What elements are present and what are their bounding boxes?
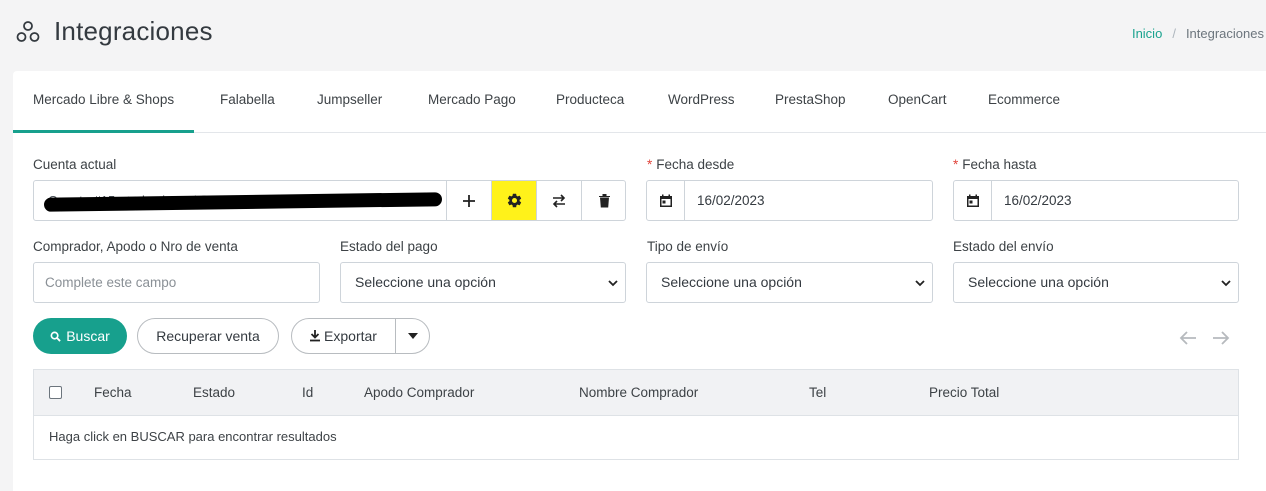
shipping-status-label: Estado del envío xyxy=(953,239,1054,254)
plus-icon xyxy=(463,194,475,207)
breadcrumb: Inicio / Integraciones xyxy=(1132,26,1264,41)
buyer-search-input[interactable] xyxy=(33,262,320,303)
export-button-label: Exportar xyxy=(324,328,377,344)
date-from-label-text: Fecha desde xyxy=(656,157,735,172)
column-header-fecha[interactable]: Fecha xyxy=(94,370,132,416)
shipping-status-value: Seleccione una opción xyxy=(968,274,1109,290)
select-all-checkbox[interactable] xyxy=(49,386,62,399)
breadcrumb-home-link[interactable]: Inicio xyxy=(1132,26,1162,41)
column-header-nombre-comprador[interactable]: Nombre Comprador xyxy=(579,370,698,416)
empty-results-message: Haga click en BUSCAR para encontrar resu… xyxy=(49,429,337,444)
column-header-estado[interactable]: Estado xyxy=(193,370,235,416)
page-header: Integraciones Inicio / Integraciones xyxy=(0,0,1266,70)
page-title: Integraciones xyxy=(54,16,213,46)
chevron-down-icon xyxy=(915,280,925,287)
account-input-group: Cuenta #15 - trekashop.cl@gmail.com TREK… xyxy=(33,180,626,221)
required-mark: * xyxy=(647,157,653,172)
recover-sale-button[interactable]: Recuperar venta xyxy=(137,318,279,354)
breadcrumb-current: Integraciones xyxy=(1185,26,1264,41)
swap-icon xyxy=(552,193,566,208)
export-button[interactable]: Exportar xyxy=(292,319,395,353)
tab-mercado-libre-shops[interactable]: Mercado Libre & Shops xyxy=(13,71,195,133)
date-from-field[interactable]: 16/02/2023 xyxy=(646,180,933,221)
caret-down-icon xyxy=(407,333,418,339)
search-button[interactable]: Buscar xyxy=(33,318,127,354)
table-header: Fecha Estado Id Apodo Comprador Nombre C… xyxy=(34,370,1238,416)
tab-ecommerce[interactable]: Ecommerce xyxy=(988,71,1060,133)
previous-page-icon[interactable] xyxy=(1179,330,1197,346)
calendar-icon xyxy=(954,181,992,220)
search-button-label: Buscar xyxy=(66,328,110,344)
shipping-type-label: Tipo de envío xyxy=(647,239,729,254)
account-settings-button[interactable] xyxy=(491,181,536,220)
breadcrumb-separator: / xyxy=(1172,26,1176,41)
date-from-label: * Fecha desde xyxy=(647,157,734,172)
trash-icon xyxy=(598,194,610,208)
shipping-type-select[interactable]: Seleccione una opción xyxy=(646,262,933,303)
results-table: Fecha Estado Id Apodo Comprador Nombre C… xyxy=(33,369,1239,460)
switch-account-button[interactable] xyxy=(536,181,581,220)
next-page-icon[interactable] xyxy=(1212,330,1230,346)
calendar-icon xyxy=(647,181,685,220)
export-dropdown-toggle[interactable] xyxy=(395,319,429,353)
tab-falabella[interactable]: Falabella xyxy=(220,71,275,133)
column-header-apodo-comprador[interactable]: Apodo Comprador xyxy=(364,370,474,416)
shipping-status-select[interactable]: Seleccione una opción xyxy=(953,262,1239,303)
tab-prestashop[interactable]: PrestaShop xyxy=(775,71,846,133)
delete-account-button[interactable] xyxy=(581,181,626,220)
main-card: Mercado Libre & Shops Falabella Jumpsell… xyxy=(13,71,1266,491)
column-header-precio-total[interactable]: Precio Total xyxy=(929,370,999,416)
shipping-type-value: Seleccione una opción xyxy=(661,274,802,290)
date-to-label: * Fecha hasta xyxy=(953,157,1037,172)
add-account-button[interactable] xyxy=(446,181,491,220)
integrations-icon xyxy=(16,21,40,42)
column-header-tel[interactable]: Tel xyxy=(809,370,826,416)
account-select[interactable]: Cuenta #15 - trekashop.cl@gmail.com TREK… xyxy=(34,181,446,220)
date-from-value: 16/02/2023 xyxy=(697,193,765,208)
column-header-id[interactable]: Id xyxy=(302,370,313,416)
integration-tabs: Mercado Libre & Shops Falabella Jumpsell… xyxy=(13,71,1266,133)
chevron-down-icon xyxy=(608,280,618,287)
download-icon xyxy=(310,330,321,342)
tab-wordpress[interactable]: WordPress xyxy=(668,71,735,133)
date-to-label-text: Fecha hasta xyxy=(962,157,1037,172)
tab-jumpseller[interactable]: Jumpseller xyxy=(317,71,382,133)
tab-mercado-pago[interactable]: Mercado Pago xyxy=(428,71,516,133)
date-to-field[interactable]: 16/02/2023 xyxy=(953,180,1239,221)
required-mark: * xyxy=(953,157,959,172)
tab-producteca[interactable]: Producteca xyxy=(556,71,624,133)
buyer-label: Comprador, Apodo o Nro de venta xyxy=(33,239,238,254)
tab-opencart[interactable]: OpenCart xyxy=(888,71,947,133)
export-button-group: Exportar xyxy=(291,318,430,354)
recover-sale-label: Recuperar venta xyxy=(156,328,260,344)
chevron-down-icon xyxy=(1221,280,1231,287)
account-label: Cuenta actual xyxy=(33,157,117,172)
payment-status-label: Estado del pago xyxy=(340,239,438,254)
payment-status-value: Seleccione una opción xyxy=(355,274,496,290)
payment-status-select[interactable]: Seleccione una opción xyxy=(340,262,626,303)
gear-icon xyxy=(507,193,521,208)
date-to-value: 16/02/2023 xyxy=(1004,193,1072,208)
search-icon xyxy=(50,331,61,342)
